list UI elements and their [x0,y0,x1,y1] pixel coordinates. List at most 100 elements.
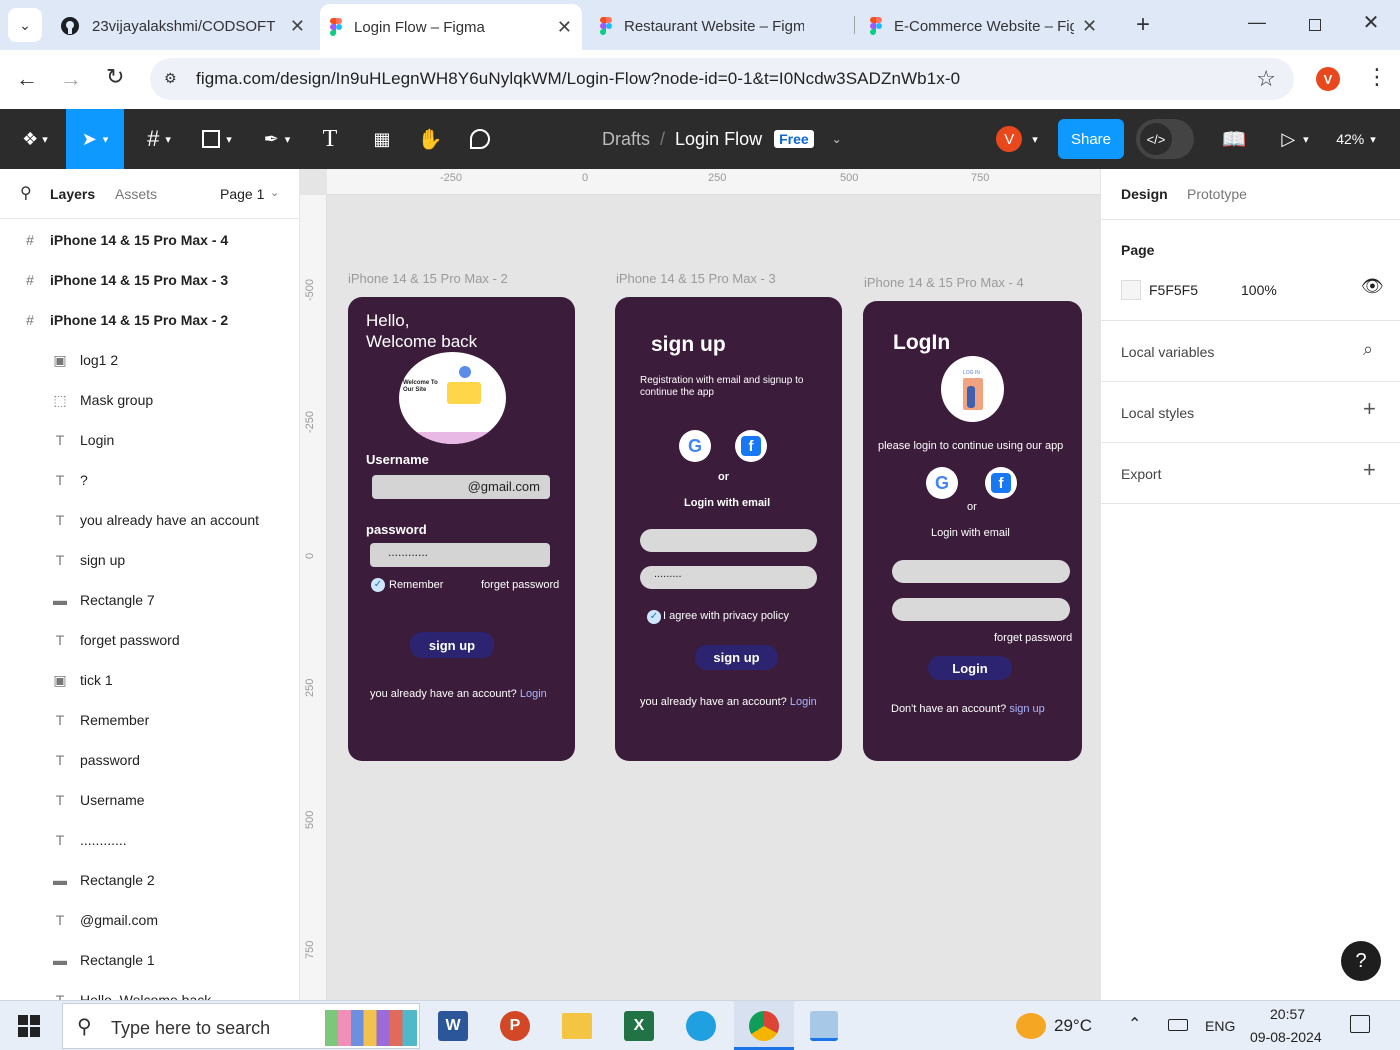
close-tab-icon[interactable]: ✕ [290,16,305,37]
email-field[interactable]: @gmail.com [372,475,550,499]
notepad-app-icon[interactable] [810,1011,838,1041]
present-button[interactable]: ▷ ▾ [1270,109,1320,169]
library-button[interactable]: 📖 [1214,109,1254,169]
frame-label[interactable]: iPhone 14 & 15 Pro Max - 3 [616,271,776,286]
export-section[interactable]: Export + [1101,443,1400,504]
layer-item[interactable]: T? [0,460,299,500]
frame-label[interactable]: iPhone 14 & 15 Pro Max - 2 [348,271,508,286]
frame-tool-button[interactable]: # ▾ [134,109,184,169]
powerpoint-app-icon[interactable]: P [500,1011,530,1041]
breadcrumb-drafts[interactable]: Drafts [602,129,650,150]
layer-item[interactable]: Tpassword [0,740,299,780]
sign-up-button[interactable]: sign up [410,632,494,658]
layer-item[interactable]: # iPhone 14 & 15 Pro Max - 3 [0,260,299,300]
plus-icon[interactable]: + [1363,457,1376,483]
local-styles-section[interactable]: Local styles + [1101,382,1400,443]
layer-item[interactable]: ⬚ Mask group [0,380,299,420]
forget-password-link[interactable]: forget password [481,579,559,591]
show-hidden-icons[interactable]: ⌃ [1128,1014,1141,1034]
tab-prototype[interactable]: Prototype [1187,186,1247,202]
hand-tool-button[interactable]: ✋ [410,109,450,169]
plan-badge[interactable]: Free [774,130,814,148]
main-menu-button[interactable]: ❖ ▾ [10,109,60,169]
sliders-icon[interactable]: ⌕ [1363,339,1373,360]
layer-item[interactable]: T Login [0,420,299,460]
new-tab-button[interactable]: + [1128,10,1158,40]
language-indicator[interactable]: ENG [1205,1018,1235,1034]
layer-item[interactable]: T Hello, Welcome back [0,980,299,1000]
start-button[interactable] [18,1015,40,1037]
move-tool-button[interactable]: ➤ ▾ [66,109,124,169]
close-window-button[interactable]: ✕ [1354,10,1388,40]
file-menu-chevron-icon[interactable]: ⌄ [832,132,842,146]
bookmark-star-icon[interactable]: ☆ [1256,66,1276,92]
frame-label[interactable]: iPhone 14 & 15 Pro Max - 4 [864,275,1024,290]
battery-icon[interactable] [1168,1019,1188,1031]
weather-temp[interactable]: 29°C [1054,1016,1092,1036]
frame-iphone-3[interactable]: sign up Registration with email and sign… [615,297,842,761]
google-login-button[interactable]: G [679,430,711,462]
layer-item[interactable]: ▬ Rectangle 2 [0,860,299,900]
taskbar-search[interactable]: ⚲ Type here to search [62,1003,420,1049]
tab-list-button[interactable]: ⌄ [8,8,42,42]
url-field[interactable]: ⚙ figma.com/design/In9uHLegnWH8Y6uNylqkW… [150,58,1294,100]
page-color-value[interactable]: F5F5F5 [1149,282,1198,298]
profile-avatar[interactable]: V [1316,67,1340,91]
google-login-button[interactable]: G [926,467,958,499]
layer-item[interactable]: # iPhone 14 & 15 Pro Max - 2 [0,300,299,340]
back-button[interactable]: ← [16,66,38,92]
footer-signup-link[interactable]: sign up [1009,703,1044,715]
comment-tool-button[interactable] [460,109,500,169]
minimize-window-button[interactable]: — [1240,12,1274,38]
layer-item[interactable]: Tforget password [0,620,299,660]
footer-login-link[interactable]: Login [790,696,817,708]
page-color-swatch[interactable] [1121,280,1141,300]
email-field[interactable] [640,529,817,552]
browser-tab-restaurant[interactable]: Restaurant Website – Figma [590,6,850,46]
close-tab-icon[interactable]: ✕ [1082,16,1097,37]
excel-app-icon[interactable]: X [624,1011,654,1041]
share-button[interactable]: Share [1058,119,1124,159]
file-explorer-icon[interactable] [562,1013,592,1039]
browser-tab-login-flow[interactable]: Login Flow – Figma ✕ [320,4,582,50]
tab-layers[interactable]: Layers [50,186,95,202]
help-button[interactable]: ? [1341,941,1381,981]
text-tool-button[interactable]: T [310,109,350,169]
layer-item[interactable]: T............ [0,820,299,860]
clock-time[interactable]: 20:57 [1270,1006,1305,1022]
sign-up-button[interactable]: sign up [695,645,778,670]
plus-icon[interactable]: + [1363,396,1376,422]
layer-item[interactable]: Tsign up [0,540,299,580]
visibility-eye-icon[interactable]: 👁 [1361,276,1384,297]
site-settings-icon[interactable]: ⚙ [164,70,177,87]
layer-item[interactable]: T Remember [0,700,299,740]
password-field[interactable] [892,598,1070,621]
forward-button[interactable]: → [60,66,82,92]
restore-window-button[interactable] [1298,12,1332,38]
layer-item[interactable]: T Username [0,780,299,820]
pen-tool-button[interactable]: ✒ ▾ [252,109,302,169]
tick-icon[interactable]: ✓ [647,610,661,624]
facebook-login-button[interactable]: f [735,430,767,462]
browser-menu-icon[interactable]: ⋮ [1366,64,1388,90]
layer-item[interactable]: ▣ tick 1 [0,660,299,700]
frame-iphone-2[interactable]: Hello, Welcome back Welcome To Our Site … [348,297,575,761]
local-variables-section[interactable]: Local variables ⌕ [1101,321,1400,382]
close-tab-icon[interactable]: ✕ [557,17,572,38]
forget-password-link[interactable]: forget password [994,632,1072,644]
layer-item[interactable]: ▣ log1 2 [0,340,299,380]
layer-item[interactable]: # iPhone 14 & 15 Pro Max - 4 [0,220,299,260]
word-app-icon[interactable]: W [438,1011,468,1041]
frame-iphone-4[interactable]: LogIn LOG IN please login to continue us… [863,301,1082,761]
browser-tab-ecommerce[interactable]: E-Commerce Website – Figma ✕ [860,6,1120,46]
weather-icon[interactable] [1016,1013,1046,1039]
tab-assets[interactable]: Assets [115,186,157,202]
user-avatar-button[interactable]: V ▾ [986,109,1046,169]
dev-mode-toggle[interactable]: </> [1136,119,1194,159]
file-name[interactable]: Login Flow [675,129,762,150]
facebook-login-button[interactable]: f [985,467,1017,499]
layer-item[interactable]: ▬ Rectangle 1 [0,940,299,980]
layer-item[interactable]: ▬ Rectangle 7 [0,580,299,620]
tab-design[interactable]: Design [1121,186,1168,202]
chrome-app-icon[interactable] [734,1001,794,1050]
